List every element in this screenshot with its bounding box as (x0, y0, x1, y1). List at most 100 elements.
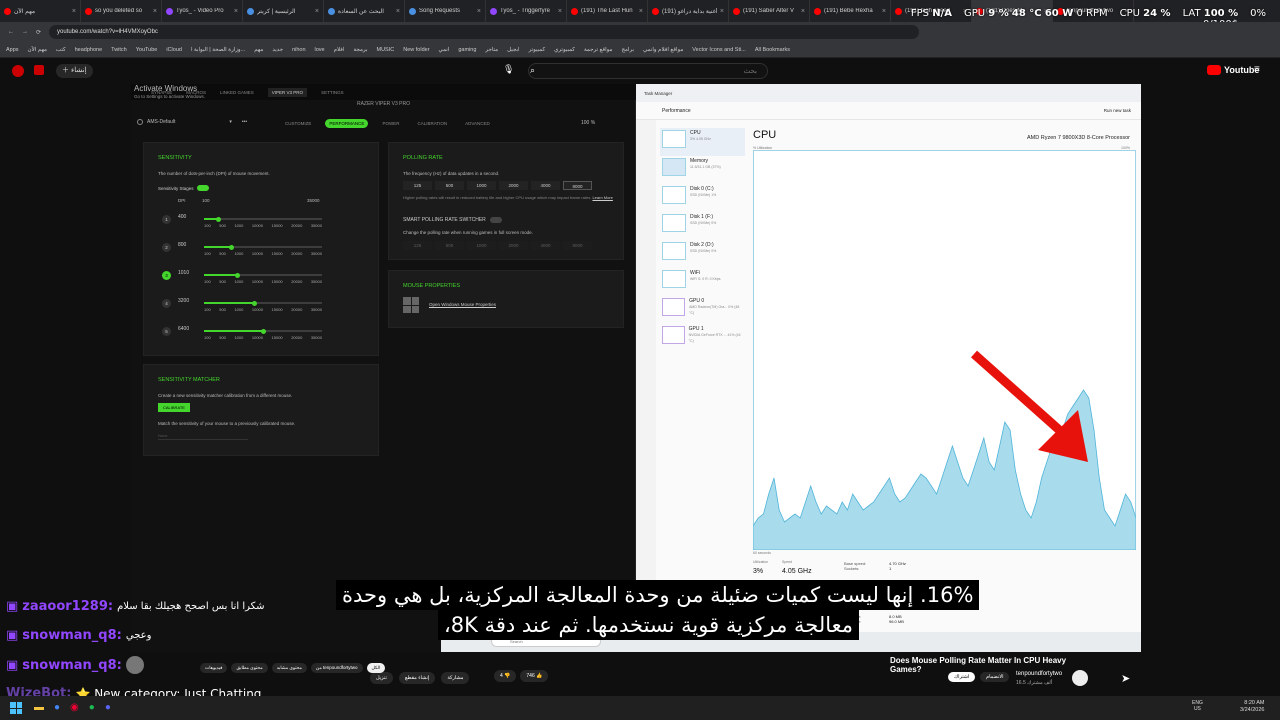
polling-rate-option[interactable]: 4000 (531, 241, 560, 250)
tm-resource-item[interactable]: GPU 0 AMD Radeon(TM) Gra... 0% (48 °C) (660, 296, 745, 324)
tab-calibration[interactable]: CALIBRATION (413, 119, 451, 128)
close-icon[interactable]: × (477, 8, 481, 15)
polling-rate-option[interactable]: 8000 (563, 181, 592, 190)
chrome-icon[interactable]: ● (54, 702, 60, 713)
windows-start-icon[interactable] (10, 702, 22, 714)
run-new-task-button[interactable]: Run new task (1104, 108, 1131, 113)
tm-resource-item[interactable]: Disk 1 (F:) SSD (NVMe) 0% (660, 212, 745, 240)
tm-resource-item[interactable]: Disk 2 (D:) SSD (NVMe) 0% (660, 240, 745, 268)
polling-rate-option[interactable]: 8000 (563, 241, 592, 250)
bookmark-item[interactable]: Twitch (111, 47, 127, 53)
dpi-slider[interactable] (204, 244, 322, 250)
download-button[interactable]: تنزيل (370, 672, 393, 684)
bookmark-item[interactable]: مهم (254, 47, 263, 53)
bookmark-item[interactable]: ابجيل (507, 47, 519, 53)
search-icon[interactable]: ⌕ (530, 65, 535, 76)
stage-number[interactable]: 2 (162, 243, 171, 252)
close-icon[interactable]: × (801, 8, 805, 15)
close-icon[interactable]: × (639, 8, 643, 15)
stage-dpi-value[interactable]: 1010 (178, 270, 189, 276)
stage-dpi-value[interactable]: 800 (178, 242, 186, 248)
stage-dpi-value[interactable]: 6400 (178, 326, 189, 332)
bookmark-item[interactable]: انمي (439, 47, 450, 53)
menu-icon[interactable]: ≡ (1254, 64, 1260, 75)
bookmark-item[interactable]: برمجة (353, 47, 367, 53)
bookmark-item[interactable]: YouTube (136, 47, 158, 53)
more-icon[interactable]: ••• (242, 119, 247, 125)
tm-resource-item[interactable]: CPU 3% 4.05 GHz (660, 128, 745, 156)
clip-button[interactable]: إنشاء مقطع (398, 672, 436, 684)
avatar[interactable] (12, 65, 24, 77)
url-field[interactable]: youtube.com/watch?v=lH4VMXoyObc (49, 25, 920, 39)
close-icon[interactable]: × (234, 8, 238, 15)
dpi-slider[interactable] (204, 328, 322, 334)
recommendation-chip[interactable]: فيديوهات (200, 663, 228, 673)
slider-handle[interactable] (229, 244, 234, 250)
smart-polling-switch[interactable] (489, 217, 502, 223)
create-button[interactable]: ＋ إنشاء (56, 64, 93, 78)
matcher-select[interactable]: None (158, 433, 248, 440)
close-icon[interactable]: × (882, 8, 886, 15)
tab-advanced[interactable]: ADVANCED (461, 119, 494, 128)
close-icon[interactable]: × (315, 8, 319, 15)
profile-selector[interactable]: AMS-Default ▾ ••• (137, 119, 247, 125)
language-indicator[interactable]: ENG US (1192, 700, 1203, 712)
bookmark-item[interactable]: كمبيوتري (554, 47, 575, 53)
bookmark-item[interactable]: Vector Icons and Sti... (692, 47, 746, 53)
dislike-button[interactable]: 4 👎 (494, 670, 517, 682)
browser-tab[interactable]: (191) Saber Alter V × (729, 0, 810, 22)
subscribe-button[interactable]: اشتراك (948, 672, 976, 682)
bookmark-item[interactable]: مهم الآن (28, 47, 47, 53)
browser-tab[interactable]: مهم الآن × (0, 0, 81, 22)
browser-tab[interactable]: الرئيسية | كريتر × (243, 0, 324, 22)
stage-number[interactable]: 3 (162, 271, 171, 280)
stages-switch[interactable] (196, 185, 209, 191)
polling-rate-option[interactable]: 125 (403, 241, 432, 250)
reload-icon[interactable]: ⟳ (36, 29, 41, 36)
bookmark-item[interactable]: مواقع افلام وانمي (643, 47, 683, 53)
spotify-icon[interactable]: ● (89, 702, 95, 713)
microphone-icon[interactable]: 🎙 (503, 64, 515, 78)
polling-rate-option[interactable]: 125 (403, 181, 432, 190)
bookmark-item[interactable]: كمبيوتر (529, 47, 546, 53)
slider-handle[interactable] (235, 272, 240, 278)
video-player[interactable]: SYNAPSE MACROS LINKED GAMES VIPER V3 PRO… (131, 84, 1141, 652)
polling-rate-option[interactable]: 2000 (499, 241, 528, 250)
recommendation-chip[interactable]: من tenpoundfortytwo (310, 663, 363, 673)
file-explorer-icon[interactable]: ▬ (34, 702, 44, 713)
bookmark-item[interactable]: All Bookmarks (755, 47, 790, 53)
slider-handle[interactable] (252, 300, 257, 306)
polling-rate-option[interactable]: 1000 (467, 241, 496, 250)
back-icon[interactable]: ← (8, 29, 14, 35)
polling-rate-option[interactable]: 500 (435, 181, 464, 190)
youtube-logo[interactable]: Youtube (1207, 65, 1259, 75)
channel-name[interactable]: tenpoundfortytwo (1016, 671, 1062, 677)
mouse-properties-link[interactable]: Open Windows Mouse Properties (429, 302, 496, 307)
channel-avatar[interactable] (1072, 670, 1088, 686)
like-button[interactable]: 746 👍 (520, 670, 549, 682)
bookmark-item[interactable]: love (315, 47, 325, 53)
search-input[interactable]: بحث (528, 63, 768, 79)
bookmark-item[interactable]: جديد (272, 47, 283, 53)
bookmark-item[interactable]: كتب (56, 47, 66, 53)
forward-icon[interactable]: → (22, 29, 28, 35)
stage-dpi-value[interactable]: 400 (178, 214, 186, 220)
bookmark-item[interactable]: MUSIC (377, 47, 395, 53)
stage-number[interactable]: 5 (162, 327, 171, 336)
tm-resource-item[interactable]: Memory 11.5/31.1 GB (37%) (660, 156, 745, 184)
bookmark-item[interactable]: iCloud (166, 47, 182, 53)
bookmark-item[interactable]: New folder (403, 47, 429, 53)
tab-power[interactable]: POWER (378, 119, 403, 128)
bookmark-item[interactable]: متاجر (485, 47, 498, 53)
dpi-slider[interactable] (204, 300, 322, 306)
polling-rate-option[interactable]: 1000 (467, 181, 496, 190)
polling-rate-option[interactable]: 4000 (531, 181, 560, 190)
browser-tab[interactable]: Tyos_ - Video Pro × (162, 0, 243, 22)
nav-device[interactable]: VIPER V3 PRO (267, 87, 308, 97)
learn-more-link[interactable]: Learn More (592, 195, 612, 200)
stage-dpi-value[interactable]: 3200 (178, 298, 189, 304)
calibrate-button[interactable]: CALIBRATE (158, 403, 190, 412)
close-icon[interactable]: × (396, 8, 400, 15)
dpi-slider[interactable] (204, 216, 322, 222)
close-icon[interactable]: × (72, 8, 76, 15)
